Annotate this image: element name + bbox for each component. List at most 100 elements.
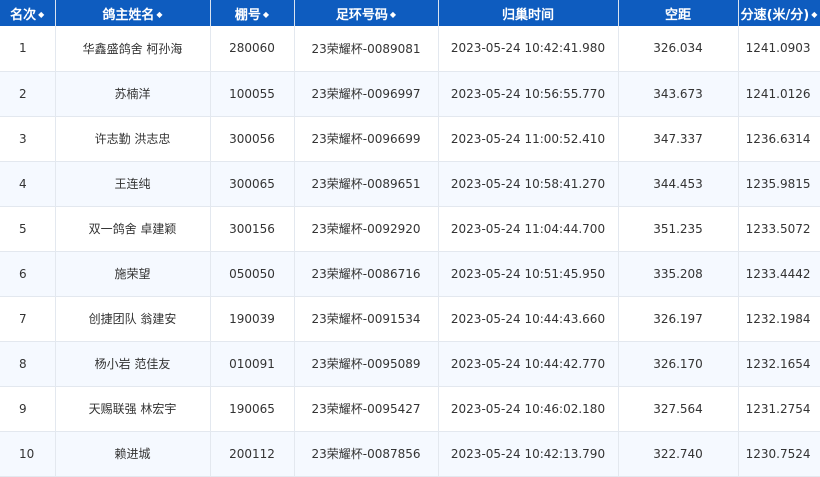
cell-time: 2023-05-24 10:46:02.180 (438, 386, 619, 432)
cell-rank: 3 (0, 116, 56, 162)
header-rank-label: 名次 (10, 7, 37, 23)
header-pen-label: 棚号 (234, 7, 261, 23)
cell-speed: 1233.5072 (738, 206, 820, 252)
cell-owner: 许志勤 洪志忠 (55, 116, 211, 162)
cell-speed: 1231.2754 (738, 386, 820, 432)
cell-speed: 1232.1984 (738, 296, 820, 342)
cell-speed: 1230.7524 (738, 431, 820, 477)
cell-distance: 327.564 (618, 386, 739, 432)
header-time-label: 归巢时间 (501, 7, 554, 23)
cell-pen: 190065 (210, 386, 295, 432)
cell-pen: 300156 (210, 206, 295, 252)
cell-rank: 4 (0, 161, 56, 207)
cell-time: 2023-05-24 10:58:41.270 (438, 161, 619, 207)
cell-distance: 343.673 (618, 71, 739, 117)
cell-owner: 华鑫盛鸽舍 柯孙海 (55, 26, 211, 72)
cell-time: 2023-05-24 11:04:44.700 (438, 206, 619, 252)
cell-time: 2023-05-24 10:42:41.980 (438, 26, 619, 72)
cell-pen: 300056 (210, 116, 295, 162)
sort-icon: ◆ (389, 10, 397, 19)
header-speed[interactable]: 分速(米/分) ◆ (738, 0, 820, 26)
table-row: 9 天赐联强 林宏宇 190065 23荣耀杯-0095427 2023-05-… (0, 386, 820, 432)
cell-rank: 2 (0, 71, 56, 117)
cell-pen: 190039 (210, 296, 295, 342)
cell-rank: 9 (0, 386, 56, 432)
table-row: 3 许志勤 洪志忠 300056 23荣耀杯-0096699 2023-05-2… (0, 116, 820, 162)
sort-icon: ◆ (156, 10, 163, 19)
cell-ring: 23荣耀杯-0096997 (294, 71, 439, 117)
cell-speed: 1233.4442 (738, 251, 820, 297)
table-row: 2 苏楠洋 100055 23荣耀杯-0096997 2023-05-24 10… (0, 71, 820, 117)
cell-pen: 100055 (210, 71, 295, 117)
cell-distance: 326.197 (618, 296, 739, 342)
header-owner[interactable]: 鸽主姓名 ◆ (55, 0, 211, 26)
cell-pen: 300065 (210, 161, 295, 207)
cell-ring: 23荣耀杯-0087856 (294, 431, 439, 477)
cell-distance: 347.337 (618, 116, 739, 162)
cell-speed: 1241.0126 (738, 71, 820, 117)
table-row: 7 创捷团队 翁建安 190039 23荣耀杯-0091534 2023-05-… (0, 296, 820, 342)
cell-time: 2023-05-24 10:44:42.770 (438, 341, 619, 387)
cell-ring: 23荣耀杯-0086716 (294, 251, 439, 297)
header-distance: 空距 (618, 0, 739, 26)
cell-time: 2023-05-24 10:42:13.790 (438, 431, 619, 477)
cell-ring: 23荣耀杯-0095427 (294, 386, 439, 432)
header-row: 名次 ◆ 鸽主姓名 ◆ 棚号 ◆ 足环号码 ◆ 归巢时间 空距 分速(米/分) ◆ (0, 0, 820, 26)
cell-ring: 23荣耀杯-0096699 (294, 116, 439, 162)
cell-pen: 200112 (210, 431, 295, 477)
table-row: 8 杨小岩 范佳友 010091 23荣耀杯-0095089 2023-05-2… (0, 341, 820, 387)
table-row: 10 赖进城 200112 23荣耀杯-0087856 2023-05-24 1… (0, 431, 820, 477)
cell-rank: 1 (0, 26, 56, 72)
cell-speed: 1235.9815 (738, 161, 820, 207)
header-ring-label: 足环号码 (335, 7, 388, 23)
cell-pen: 010091 (210, 341, 295, 387)
cell-rank: 6 (0, 251, 56, 297)
cell-time: 2023-05-24 10:51:45.950 (438, 251, 619, 297)
cell-owner: 王连纯 (55, 161, 211, 207)
cell-rank: 8 (0, 341, 56, 387)
cell-owner: 双一鸽舍 卓建颖 (55, 206, 211, 252)
results-table: 名次 ◆ 鸽主姓名 ◆ 棚号 ◆ 足环号码 ◆ 归巢时间 空距 分速(米/分) ◆ 1 华… (0, 0, 820, 477)
cell-rank: 7 (0, 296, 56, 342)
table-header: 名次 ◆ 鸽主姓名 ◆ 棚号 ◆ 足环号码 ◆ 归巢时间 空距 分速(米/分) ◆ (0, 0, 820, 26)
cell-owner: 天赐联强 林宏宇 (55, 386, 211, 432)
header-time: 归巢时间 (438, 0, 619, 26)
cell-distance: 351.235 (618, 206, 739, 252)
cell-distance: 326.034 (618, 26, 739, 72)
cell-rank: 10 (0, 431, 56, 477)
cell-speed: 1232.1654 (738, 341, 820, 387)
table-row: 5 双一鸽舍 卓建颖 300156 23荣耀杯-0092920 2023-05-… (0, 206, 820, 252)
cell-distance: 335.208 (618, 251, 739, 297)
cell-distance: 344.453 (618, 161, 739, 207)
cell-rank: 5 (0, 206, 56, 252)
header-owner-label: 鸽主姓名 (102, 7, 155, 23)
sort-icon: ◆ (38, 10, 45, 19)
header-ring[interactable]: 足环号码 ◆ (294, 0, 439, 26)
cell-owner: 苏楠洋 (55, 71, 211, 117)
cell-pen: 050050 (210, 251, 295, 297)
cell-ring: 23荣耀杯-0092920 (294, 206, 439, 252)
header-distance-label: 空距 (664, 7, 691, 23)
cell-owner: 杨小岩 范佳友 (55, 341, 211, 387)
cell-owner: 赖进城 (55, 431, 211, 477)
table-body: 1 华鑫盛鸽舍 柯孙海 280060 23荣耀杯-0089081 2023-05… (0, 26, 820, 477)
cell-ring: 23荣耀杯-0089081 (294, 26, 439, 72)
cell-ring: 23荣耀杯-0089651 (294, 161, 439, 207)
cell-time: 2023-05-24 10:56:55.770 (438, 71, 619, 117)
cell-time: 2023-05-24 11:00:52.410 (438, 116, 619, 162)
cell-owner: 施荣望 (55, 251, 211, 297)
cell-ring: 23荣耀杯-0091534 (294, 296, 439, 342)
header-speed-label: 分速(米/分) (740, 7, 810, 23)
table-row: 1 华鑫盛鸽舍 柯孙海 280060 23荣耀杯-0089081 2023-05… (0, 26, 820, 72)
cell-distance: 326.170 (618, 341, 739, 387)
table-row: 6 施荣望 050050 23荣耀杯-0086716 2023-05-24 10… (0, 251, 820, 297)
cell-ring: 23荣耀杯-0095089 (294, 341, 439, 387)
cell-distance: 322.740 (618, 431, 739, 477)
cell-speed: 1236.6314 (738, 116, 820, 162)
header-pen[interactable]: 棚号 ◆ (210, 0, 295, 26)
header-rank[interactable]: 名次 ◆ (0, 0, 56, 26)
table-row: 4 王连纯 300065 23荣耀杯-0089651 2023-05-24 10… (0, 161, 820, 207)
cell-owner: 创捷团队 翁建安 (55, 296, 211, 342)
cell-pen: 280060 (210, 26, 295, 72)
sort-icon: ◆ (262, 10, 270, 19)
